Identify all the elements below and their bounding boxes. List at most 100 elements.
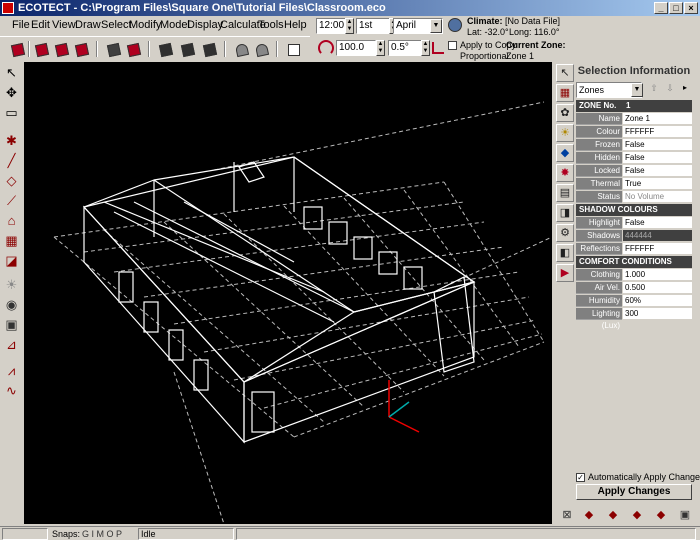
- property-row-locked[interactable]: Locked False: [576, 165, 692, 177]
- save-icon[interactable]: [52, 40, 70, 58]
- floor-icon[interactable]: ⟋: [3, 192, 20, 209]
- menu-tools[interactable]: Tools: [258, 19, 284, 31]
- open-icon[interactable]: [32, 40, 50, 58]
- pointer-icon[interactable]: ↖: [3, 64, 20, 81]
- stair-icon[interactable]: ⊿: [3, 336, 20, 353]
- status-text: Idle: [138, 528, 234, 540]
- maximize-button[interactable]: □: [669, 2, 683, 14]
- gears-settings-icon[interactable]: [200, 40, 218, 58]
- polyline-icon[interactable]: ⩘: [3, 362, 20, 379]
- property-row-thermal[interactable]: Thermal True: [576, 178, 692, 190]
- up-arrow-icon[interactable]: ⇧: [648, 83, 660, 97]
- climate-file: [No Data File]: [505, 16, 561, 26]
- plane-icon[interactable]: ◇: [3, 172, 20, 189]
- angle-snap-field[interactable]: 0.5°: [388, 40, 422, 56]
- property-row-clothing[interactable]: Clothing (clo)1.000: [576, 269, 692, 291]
- snaps-label: Snaps:: [52, 529, 81, 539]
- property-row-shadows[interactable]: Shadows 444444: [576, 230, 692, 242]
- chevron-down-icon[interactable]: ▼: [631, 83, 643, 97]
- apply-changes-button[interactable]: Apply Changes: [576, 484, 692, 500]
- analysis-tab-icon[interactable]: ✸: [556, 164, 574, 182]
- property-row-humidity[interactable]: Humidity (%)60%: [576, 295, 692, 317]
- redo-icon[interactable]: [252, 40, 270, 58]
- close-button[interactable]: ×: [684, 2, 698, 14]
- day-select[interactable]: 1st: [356, 18, 390, 34]
- zones-tab-icon[interactable]: ✿: [556, 104, 574, 122]
- property-row-frozen[interactable]: Frozen False: [576, 139, 692, 151]
- export-tab-icon[interactable]: ▶: [556, 264, 574, 282]
- perspective-icon[interactable]: ⊠: [558, 506, 576, 524]
- app-icon[interactable]: [2, 2, 14, 14]
- view-iso-icon[interactable]: ◆: [652, 506, 670, 524]
- model-viewport[interactable]: [24, 62, 552, 524]
- property-row-colour[interactable]: Colour FFFFFF: [576, 126, 692, 138]
- menu-view[interactable]: View: [52, 19, 76, 31]
- magnet-icon[interactable]: [318, 40, 334, 56]
- sun-tab-icon[interactable]: ☀: [556, 124, 574, 142]
- print-icon[interactable]: [104, 40, 122, 58]
- minimize-button[interactable]: _: [654, 2, 668, 14]
- undo-icon[interactable]: [232, 40, 250, 58]
- coordinate-readout: [2, 528, 48, 540]
- climate-label: Climate:: [467, 16, 503, 26]
- point-icon[interactable]: ✱: [3, 132, 20, 149]
- comfort-conditions-header: COMFORT CONDITIONS: [576, 256, 692, 268]
- auto-apply-checkbox[interactable]: ✓: [576, 473, 585, 482]
- move-icon[interactable]: ✥: [3, 84, 20, 101]
- attribute-tab-icon[interactable]: ◨: [556, 204, 574, 222]
- menu-draw[interactable]: Draw: [75, 19, 101, 31]
- chevron-down-icon[interactable]: ▼: [430, 19, 442, 33]
- property-row-highlight[interactable]: Highlight False: [576, 217, 692, 229]
- roof-icon[interactable]: ⌂: [3, 212, 20, 229]
- curve-icon[interactable]: ∿: [3, 382, 20, 399]
- blue-cube-tab-icon[interactable]: ◆: [556, 144, 574, 162]
- axis-icon[interactable]: [432, 42, 444, 54]
- selection-tab-icon[interactable]: ↖: [556, 64, 574, 82]
- tools-tab-icon[interactable]: ◧: [556, 244, 574, 262]
- window-title: ECOTECT - C:\Program Files\Square One\Tu…: [18, 2, 386, 14]
- line-icon[interactable]: ╱: [3, 152, 20, 169]
- time-field[interactable]: 12:00: [316, 18, 346, 34]
- menu-edit[interactable]: Edit: [31, 19, 50, 31]
- menu-modify[interactable]: Modify: [129, 19, 161, 31]
- angle-snap-spinner[interactable]: ▲ ▼: [421, 40, 430, 56]
- property-row-hidden[interactable]: Hidden False: [576, 152, 692, 164]
- objects-tab-icon[interactable]: ⚙: [556, 224, 574, 242]
- gears-alt-icon[interactable]: [178, 40, 196, 58]
- menu-model[interactable]: Model: [160, 19, 190, 31]
- menu-file[interactable]: File: [12, 19, 30, 31]
- rectangle-select-icon[interactable]: ▭: [3, 104, 20, 121]
- material-tab-icon[interactable]: ▦: [556, 84, 574, 102]
- panel-icon[interactable]: ◪: [3, 252, 20, 269]
- property-row-air-velocity[interactable]: Air Vel. (m/s)0.500: [576, 282, 692, 304]
- property-row-name[interactable]: Name Zone 1: [576, 113, 692, 125]
- light-icon[interactable]: ☀: [3, 276, 20, 293]
- menu-help[interactable]: Help: [284, 19, 307, 31]
- toolbar-separator: [28, 41, 30, 57]
- down-arrow-icon[interactable]: ⇩: [664, 83, 676, 97]
- chart-tab-icon[interactable]: ▤: [556, 184, 574, 202]
- view-side-icon[interactable]: ◆: [628, 506, 646, 524]
- export-icon[interactable]: [72, 40, 90, 58]
- snaps-flags[interactable]: G I M O P: [82, 529, 122, 539]
- view-top-icon[interactable]: ◆: [580, 506, 598, 524]
- camera-view-icon[interactable]: ▣: [676, 506, 694, 524]
- apply-copy-checkbox[interactable]: [448, 41, 457, 50]
- property-row-lighting[interactable]: Lighting (Lux) 300: [576, 308, 692, 330]
- camera-icon[interactable]: ▣: [3, 316, 20, 333]
- gears-icon[interactable]: [156, 40, 174, 58]
- grid-snap-spinner[interactable]: ▲ ▼: [376, 40, 385, 56]
- next-arrow-icon[interactable]: ▸: [680, 83, 690, 97]
- menu-select[interactable]: Select: [101, 19, 132, 31]
- view-front-icon[interactable]: ◆: [604, 506, 622, 524]
- book-icon[interactable]: [124, 40, 142, 58]
- grid-snap-field[interactable]: 100.0: [336, 40, 376, 56]
- help-pointer-icon[interactable]: [284, 40, 302, 58]
- time-spinner[interactable]: ▲ ▼: [345, 18, 354, 34]
- property-row-reflections[interactable]: Reflections FFFFFF: [576, 243, 692, 255]
- menu-display[interactable]: Display: [187, 19, 223, 31]
- new-icon[interactable]: [8, 40, 26, 58]
- wall-icon[interactable]: ▦: [3, 232, 20, 249]
- globe-icon[interactable]: [448, 18, 462, 32]
- speaker-icon[interactable]: ◉: [3, 296, 20, 313]
